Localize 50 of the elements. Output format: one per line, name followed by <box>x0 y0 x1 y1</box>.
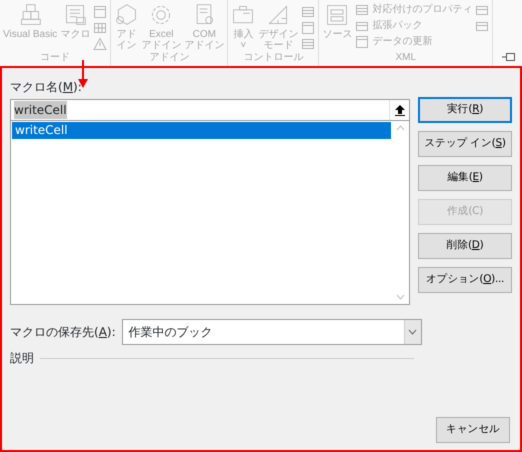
pin-icon <box>502 52 516 62</box>
dialog-button[interactable]: ステップ イン(S) <box>418 131 512 157</box>
table-icon <box>355 3 370 17</box>
document-icon <box>63 3 88 27</box>
cancel-button[interactable]: キャンセル <box>436 417 510 443</box>
dialog-button[interactable]: 編集(E) <box>418 165 512 191</box>
ribbon-button-label: COM <box>192 29 216 40</box>
ribbon-button-label: 対応付けのプロパティ <box>372 3 472 17</box>
group-label: コントロール <box>242 52 304 64</box>
macro-name-field[interactable]: writeCell <box>10 99 410 121</box>
macro-name-label: マクロ名(M): <box>10 79 82 96</box>
ribbon-button-label: アド <box>116 29 136 40</box>
macro-list[interactable]: writeCell <box>10 121 410 305</box>
group-label: アドイン <box>148 52 190 64</box>
ribbon-button-label: デザイン <box>258 29 298 40</box>
ribbon-button-label: 挿入 <box>233 29 254 40</box>
window-icon <box>325 3 350 27</box>
ribbon-button-label: モード <box>263 40 294 51</box>
ribbon-button-label: イン <box>116 40 136 51</box>
scroll-up-icon[interactable] <box>396 125 405 131</box>
window-icon <box>355 35 370 49</box>
window-icon <box>93 5 108 19</box>
scroll-down-icon[interactable] <box>396 294 405 300</box>
description-label: 説明 <box>10 350 34 367</box>
ribbon-button-label: ˅ <box>240 40 246 51</box>
ribbon-button-label: アドイン <box>184 40 224 51</box>
dialog-button[interactable]: 実行(R) <box>418 97 512 123</box>
ribbon-button-label: Visual Basic <box>3 29 58 40</box>
store-label: マクロの保存先(A): <box>10 324 116 341</box>
list-item[interactable]: writeCell <box>12 122 391 139</box>
group-label: コード <box>39 52 72 64</box>
chevron-down-icon <box>408 329 418 335</box>
hexagon-icon <box>114 3 138 27</box>
up-arrow-icon <box>394 104 404 116</box>
group-label: XML <box>394 52 418 64</box>
list-icon <box>301 5 316 19</box>
cubes-icon <box>18 3 42 27</box>
table-icon <box>301 37 316 51</box>
ribbon-button-label: 拡張パック <box>372 19 422 33</box>
ribbon-button-label: ソース <box>322 29 352 40</box>
window-icon <box>301 21 316 35</box>
warning-icon <box>93 37 108 51</box>
ribbon-button-label: Excel <box>149 29 174 40</box>
ribbon-button-label: マクロ <box>60 29 90 40</box>
ribbon-button-label: データの更新 <box>372 35 432 49</box>
ribbon-button-label: アドイン <box>141 40 182 51</box>
dialog-button[interactable]: 削除(D) <box>418 233 512 259</box>
store-dropdown[interactable]: 作業中のブック <box>122 319 422 345</box>
grid-icon <box>93 21 108 35</box>
dialog-button[interactable]: オプション(O)... <box>418 267 512 293</box>
